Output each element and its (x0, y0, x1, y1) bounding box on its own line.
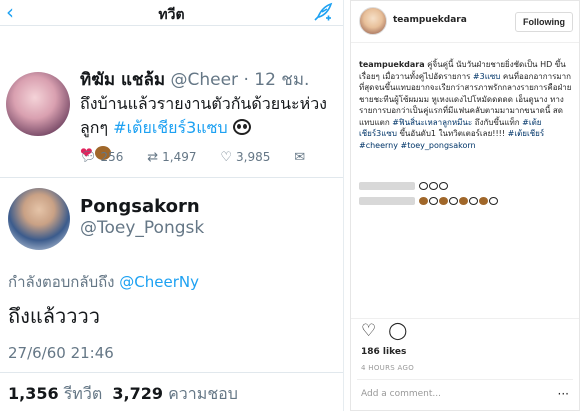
retweet-count: 1,497 (162, 150, 197, 164)
instagram-header: teampuekdara Following (351, 1, 579, 43)
panda-emoji-icon (429, 196, 438, 205)
avatar[interactable] (8, 188, 70, 250)
blurred-username (359, 196, 415, 205)
post-action-bar: ♡ ◯ (361, 321, 419, 341)
post-time: 4 HOURS AGO (361, 364, 415, 372)
bear-emoji-icon (479, 196, 488, 205)
like-button[interactable]: ♡ 3,985 (220, 150, 270, 165)
tweet-author: ทิฆัม แชล้ม @Cheer · 12 ชม. (80, 66, 309, 93)
panda-emoji-icon (232, 119, 251, 135)
reply-icon: 💬︎ (80, 150, 97, 165)
divider (357, 379, 573, 380)
tweet-text: ถึงบ้านแล้วรายงานตัวกันด้วยนะห่วงลูกๆ #เ… (80, 92, 338, 140)
envelope-icon: ✉ (294, 150, 306, 165)
avatar[interactable] (359, 7, 387, 35)
panda-emoji-icon (419, 181, 428, 190)
comment-row (359, 181, 449, 190)
caption-text: ถึงกับขึ้นแท็ก (472, 117, 523, 127)
likes-count[interactable]: 186 likes (361, 347, 406, 357)
hashtag-link[interactable]: #ฟินสิ่นะเหลาลูกหมีนะ (392, 118, 472, 127)
caption-text: ขึ้นอันดับ1 ในทวิตเตอร์เลย!!!! (396, 129, 508, 138)
tweet-action-bar: 💬︎ 256 ⇄ 1,497 ♡ 3,985 ✉ (80, 150, 329, 165)
tweet-timestamp: 27/6/60 21:46 (8, 344, 114, 362)
tweet-time-text: · 12 ชม. (243, 70, 310, 90)
author-name[interactable]: ทิฆัม แชล้ม (80, 70, 165, 90)
reply-button[interactable]: 💬︎ 256 (80, 150, 123, 165)
like-heart-icon[interactable]: ♡ (361, 321, 376, 341)
page-title: ทวีต (158, 7, 185, 23)
more-options-icon[interactable]: ··· (558, 387, 569, 401)
instagram-panel: teampuekdara Following teampuekdara คู่จ… (350, 0, 580, 411)
reply-count: 256 (100, 150, 124, 164)
like-count: 3,985 (236, 150, 271, 164)
tweet-text: ถึงแล้วววว (8, 304, 100, 328)
comment-icon[interactable]: ◯ (388, 321, 407, 341)
post-caption: teampuekdara คู่จิ้นคู่นี้ นับวันฝ่ายชาย… (359, 59, 573, 151)
twitter-panel: ‹ ทวีต ทิฆัม แชล้ม @Cheer · 12 ชม. ถึงบ้… (0, 0, 344, 411)
panda-emoji-icon (489, 196, 498, 205)
panda-emoji-icon (449, 196, 458, 205)
reply-tweet: Pongsakorn @Toey_Pongsk กำลังตอบกลับถึง … (0, 178, 343, 411)
hashtag-link[interactable]: #3แซบ (473, 72, 500, 81)
add-comment-input[interactable]: Add a comment... (361, 389, 441, 399)
retweet-icon: ⇄ (147, 150, 159, 165)
panda-emoji-icon (469, 196, 478, 205)
bear-emoji-icon (459, 196, 468, 205)
avatar[interactable] (6, 72, 70, 136)
instagram-username[interactable]: teampuekdara (393, 15, 467, 25)
author-handle[interactable]: @Cheer (170, 70, 238, 90)
mention-link[interactable]: @CheerNy (119, 273, 199, 291)
replying-to: กำลังตอบกลับถึง @CheerNy (8, 270, 199, 294)
author-name[interactable]: Pongsakorn (80, 196, 200, 217)
following-button[interactable]: Following (515, 12, 573, 32)
bear-emoji-icon (419, 196, 428, 205)
comment-row (359, 196, 499, 205)
panda-emoji-icon (429, 181, 438, 190)
hashtag-link[interactable]: #เต้ยเชียร์3แซบ (113, 118, 227, 137)
author-handle[interactable]: @Toey_Pongsk (80, 218, 204, 238)
retweet-total[interactable]: 1,356 (8, 384, 59, 403)
divider (351, 318, 579, 319)
retweet-label: รีทวีต (63, 384, 103, 403)
retweet-button[interactable]: ⇄ 1,497 (147, 150, 196, 165)
divider (0, 372, 343, 373)
like-label: ความชอบ (168, 384, 238, 403)
twitter-header: ‹ ทวีต (0, 0, 343, 26)
like-total[interactable]: 3,729 (112, 384, 163, 403)
heart-icon: ♡ (220, 150, 232, 165)
caption-username[interactable]: teampuekdara (359, 60, 425, 69)
replying-to-label: กำลังตอบกลับถึง (8, 273, 120, 291)
panda-emoji-icon (439, 181, 448, 190)
compose-tweet-icon[interactable] (313, 2, 333, 27)
bear-emoji-icon (439, 196, 448, 205)
tweet-stats: 1,356 รีทวีต 3,729 ความชอบ (8, 382, 238, 407)
message-button[interactable]: ✉ (294, 150, 309, 165)
blurred-username (359, 181, 415, 190)
